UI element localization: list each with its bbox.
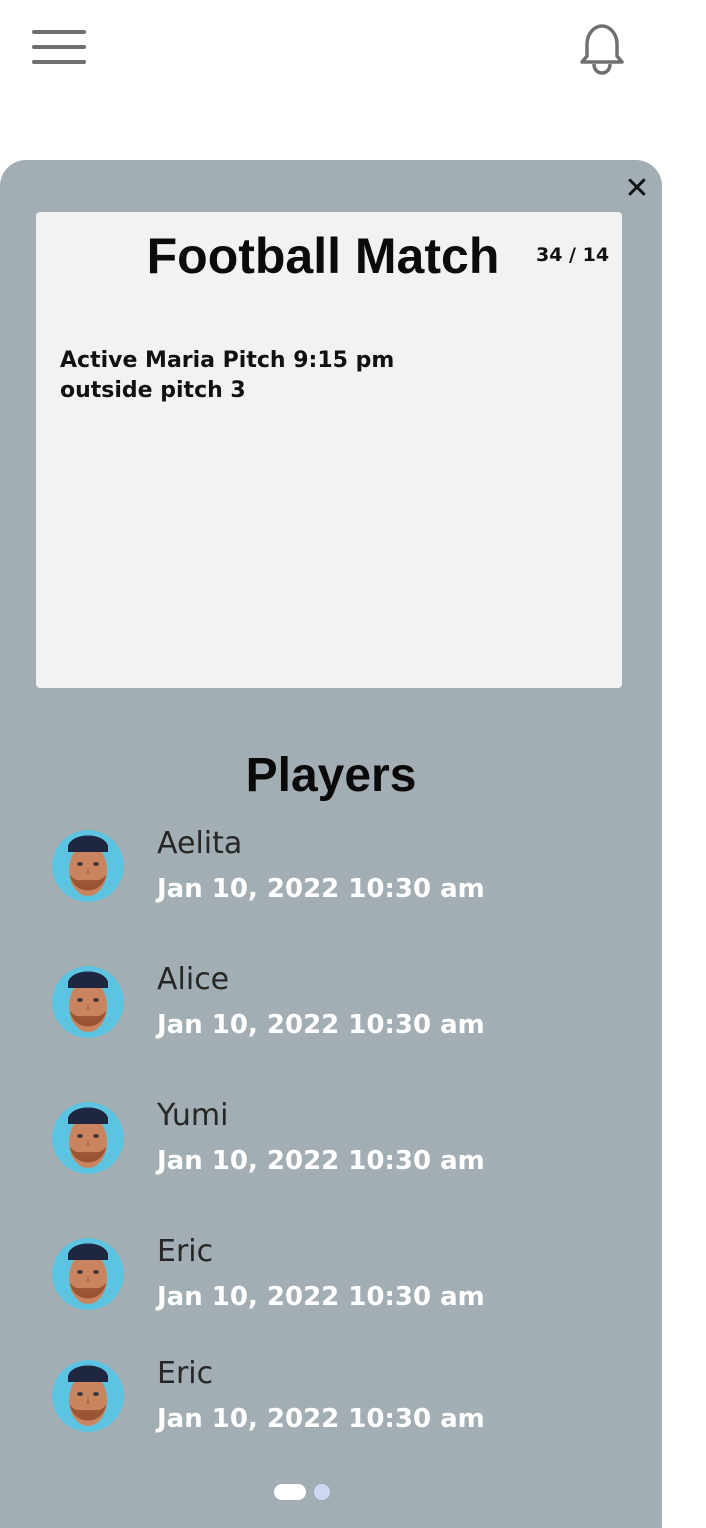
bell-icon xyxy=(580,24,624,75)
player-date: Jan 10, 2022 10:30 am xyxy=(157,1146,485,1176)
player-date: Jan 10, 2022 10:30 am xyxy=(157,1010,485,1040)
player-name: Eric xyxy=(157,1234,214,1269)
pagination-dots xyxy=(274,1484,334,1500)
avatar xyxy=(52,1360,124,1432)
match-description-line: outside pitch 3 xyxy=(60,378,246,403)
menu-button[interactable] xyxy=(32,30,88,66)
match-description-line: Active Maria Pitch 9:15 pm xyxy=(60,348,395,373)
notifications-button[interactable] xyxy=(574,20,630,78)
player-name: Yumi xyxy=(157,1098,229,1133)
hamburger-menu-icon xyxy=(32,30,86,34)
player-row[interactable]: Aelita Jan 10, 2022 10:30 am xyxy=(52,826,612,910)
top-bar xyxy=(0,0,706,100)
avatar xyxy=(52,1238,124,1310)
player-name: Alice xyxy=(157,962,230,997)
page-dot[interactable] xyxy=(314,1484,330,1500)
player-row[interactable]: Eric Jan 10, 2022 10:30 am xyxy=(52,1356,612,1440)
hamburger-menu-icon-line xyxy=(32,45,86,49)
players-heading: Players xyxy=(245,749,417,802)
match-description: Active Maria Pitch 9:15 pm outside pitch… xyxy=(60,346,600,406)
avatar xyxy=(52,1102,124,1174)
avatar xyxy=(52,966,124,1038)
match-title: Football Match xyxy=(146,228,500,284)
player-row[interactable]: Alice Jan 10, 2022 10:30 am xyxy=(52,962,612,1046)
player-row[interactable]: Yumi Jan 10, 2022 10:30 am xyxy=(52,1098,612,1182)
player-date: Jan 10, 2022 10:30 am xyxy=(157,1404,485,1434)
player-name: Aelita xyxy=(157,826,243,861)
close-button[interactable]: ✕ xyxy=(622,174,652,204)
player-date: Jan 10, 2022 10:30 am xyxy=(157,874,485,904)
player-row[interactable]: Eric Jan 10, 2022 10:30 am xyxy=(52,1234,612,1318)
hamburger-menu-icon-line xyxy=(32,60,86,64)
player-name: Eric xyxy=(157,1356,214,1391)
player-count: 34 / 14 xyxy=(536,244,610,266)
page-dot-active[interactable] xyxy=(274,1484,306,1500)
avatar xyxy=(52,830,124,902)
player-date: Jan 10, 2022 10:30 am xyxy=(157,1282,485,1312)
